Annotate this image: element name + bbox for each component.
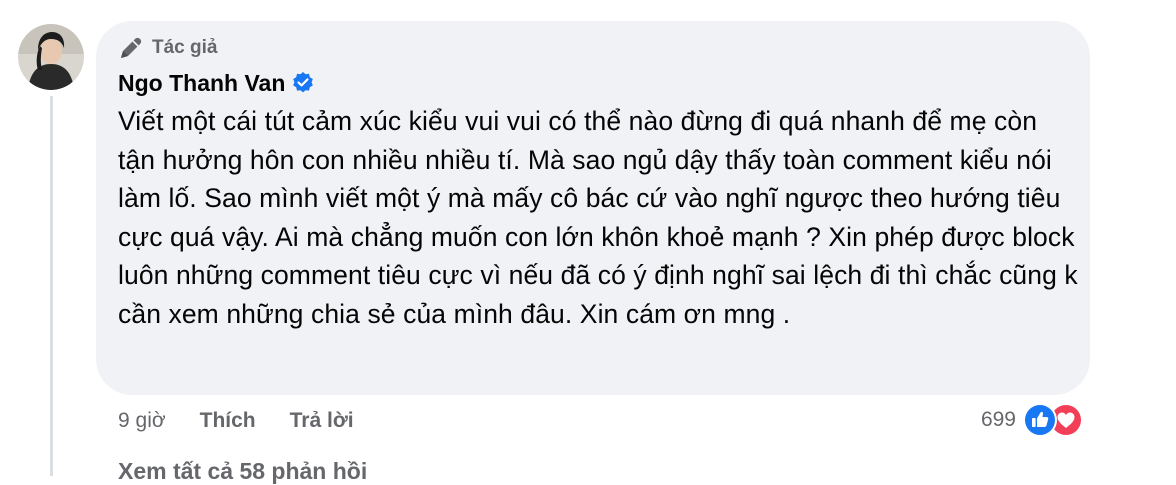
like-icon [1022, 402, 1058, 438]
author-badge-label: Tác giả [152, 37, 218, 58]
avatar-image [18, 24, 84, 90]
comment-text: Viết một cái tút cảm xúc kiểu vui vui có… [118, 106, 1078, 329]
comment-actions: 9 giờ Thích Trả lời [118, 404, 354, 438]
thread-line [50, 96, 53, 476]
reactions-summary[interactable]: 699 [981, 402, 1084, 438]
pencil-icon [118, 35, 144, 61]
reaction-icons [1022, 402, 1084, 438]
comment-timestamp[interactable]: 9 giờ [118, 409, 166, 433]
author-row: Ngo Thanh Van [118, 66, 315, 100]
avatar[interactable] [18, 24, 84, 90]
reaction-count: 699 [980, 408, 1016, 431]
reply-button[interactable]: Trả lời [290, 409, 354, 433]
author-badge: Tác giả [118, 34, 217, 62]
like-button[interactable]: Thích [200, 409, 256, 433]
view-replies-link[interactable]: Xem tất cả 58 phản hồi [118, 458, 367, 485]
verified-badge-icon [291, 71, 315, 95]
author-name-link[interactable]: Ngo Thanh Van [118, 70, 285, 97]
